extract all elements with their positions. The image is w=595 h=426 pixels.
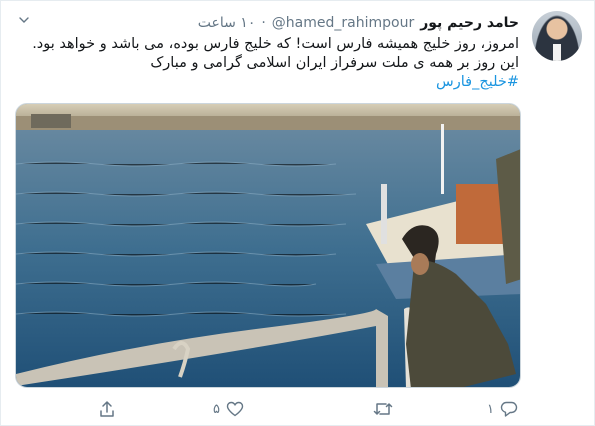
reply-button[interactable]: ۱ xyxy=(487,398,518,420)
heart-icon xyxy=(226,400,244,418)
retweet-button[interactable] xyxy=(367,398,393,420)
tweet-actions: ۵ ۱ xyxy=(1,398,595,422)
author-name[interactable]: حامد رحیم پور xyxy=(420,15,519,31)
tweet-card[interactable]: حامد رحیم پور @hamed_rahimpour · ۱۰ ساعت… xyxy=(0,0,595,426)
like-count: ۵ xyxy=(213,401,220,417)
reply-count: ۱ xyxy=(487,401,494,417)
hashtag-link[interactable]: #خلیج_فارس xyxy=(19,73,519,92)
tweet-text-line: امروز، روز خلیج همیشه فارس است! که خلیج … xyxy=(32,36,519,52)
avatar[interactable] xyxy=(532,11,582,61)
tweet-header: حامد رحیم پور @hamed_rahimpour · ۱۰ ساعت xyxy=(198,13,519,33)
tweet-text: امروز، روز خلیج همیشه فارس است! که خلیج … xyxy=(19,35,519,92)
share-icon xyxy=(98,400,116,418)
like-button[interactable]: ۵ xyxy=(213,398,244,420)
tweet-timestamp[interactable]: ۱۰ ساعت xyxy=(198,15,256,31)
chevron-down-icon[interactable] xyxy=(19,15,29,25)
retweet-icon xyxy=(373,400,393,418)
tweet-photo[interactable] xyxy=(15,103,521,388)
header-separator: · xyxy=(261,15,266,31)
share-button[interactable] xyxy=(98,398,116,420)
tweet-text-line: این روز بر همه ی ملت سرفراز ایران اسلامی… xyxy=(150,55,519,71)
reply-icon xyxy=(500,400,518,418)
author-handle[interactable]: @hamed_rahimpour xyxy=(272,15,414,31)
